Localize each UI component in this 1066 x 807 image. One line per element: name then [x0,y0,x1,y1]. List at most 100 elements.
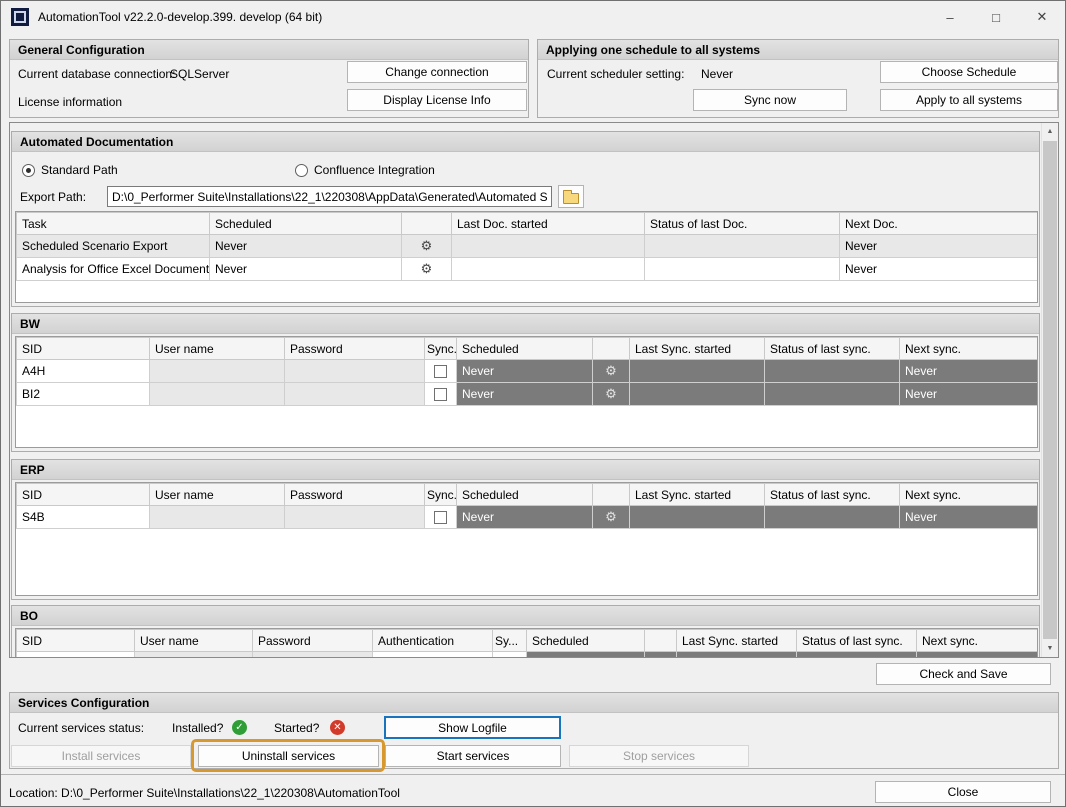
radio-confluence-integration[interactable]: Confluence Integration [295,163,435,177]
close-button[interactable]: Close [875,781,1051,803]
display-license-button[interactable]: Display License Info [347,89,527,111]
sync-cell[interactable] [425,506,457,529]
scrollbar-thumb[interactable] [1043,141,1057,639]
col-sync[interactable]: Sync. [425,338,457,360]
next-sync-cell[interactable]: Never [917,652,1038,659]
col-sid[interactable]: SID [17,338,150,360]
bo-row[interactable]: bi4... Enterprise Never ⚙ Never [17,652,1038,659]
col-next-sync[interactable]: Next sync. [900,484,1038,506]
gear-icon[interactable]: ⚙ [421,261,433,276]
next-sync-cell[interactable]: Never [900,383,1038,406]
col-last-doc-started[interactable]: Last Doc. started [452,213,645,235]
col-sync[interactable]: Sync. [425,484,457,506]
col-next-sync[interactable]: Next sync. [917,630,1038,652]
col-scheduled[interactable]: Scheduled [457,338,593,360]
autodoc-row-aoffice-export[interactable]: Analysis for Office Excel Documenta... N… [17,258,1038,281]
sid-cell[interactable]: A4H [17,360,150,383]
col-scheduled[interactable]: Scheduled [527,630,645,652]
close-window-button[interactable]: ✕ [1019,1,1065,33]
autodoc-row-scenario-export[interactable]: Scheduled Scenario Export Never ⚙ Never [17,235,1038,258]
sync-now-button[interactable]: Sync now [693,89,847,111]
col-scheduled[interactable]: Scheduled [457,484,593,506]
sync-checkbox[interactable] [434,365,447,378]
schedule-gear-cell[interactable]: ⚙ [402,258,452,281]
col-password[interactable]: Password [253,630,373,652]
show-logfile-button[interactable]: Show Logfile [384,716,561,739]
col-user-name[interactable]: User name [135,630,253,652]
sid-cell[interactable]: BI2 [17,383,150,406]
col-user-name[interactable]: User name [150,484,285,506]
col-gear[interactable] [645,630,677,652]
col-status-last-sync[interactable]: Status of last sync. [765,338,900,360]
erp-row-s4b[interactable]: S4B Never ⚙ Never [17,506,1038,529]
start-services-button[interactable]: Start services [385,745,561,767]
export-path-input[interactable] [107,186,552,207]
sid-cell[interactable]: bi4... [17,652,135,659]
sync-checkbox[interactable] [503,657,516,658]
gear-icon[interactable]: ⚙ [605,363,617,378]
gear-icon[interactable]: ⚙ [421,238,433,253]
col-gear[interactable] [593,484,630,506]
browse-folder-button[interactable] [558,185,584,208]
next-doc-cell[interactable]: Never [840,235,1038,258]
schedule-gear-cell[interactable]: ⚙ [593,360,630,383]
scheduled-cell[interactable]: Never [210,258,402,281]
task-cell[interactable]: Analysis for Office Excel Documenta... [17,258,210,281]
username-cell[interactable] [135,652,253,659]
username-cell[interactable] [150,383,285,406]
radio-button-icon[interactable] [22,164,35,177]
col-last-sync-started[interactable]: Last Sync. started [630,484,765,506]
password-cell[interactable] [285,360,425,383]
scheduled-cell[interactable]: Never [210,235,402,258]
radio-button-icon[interactable] [295,164,308,177]
col-password[interactable]: Password [285,338,425,360]
col-task[interactable]: Task [17,213,210,235]
minimize-button[interactable]: – [927,1,973,33]
next-sync-cell[interactable]: Never [900,360,1038,383]
col-password[interactable]: Password [285,484,425,506]
sync-checkbox[interactable] [434,388,447,401]
col-sync[interactable]: Sy... [493,630,527,652]
password-cell[interactable] [253,652,373,659]
col-last-sync-started[interactable]: Last Sync. started [677,630,797,652]
username-cell[interactable] [150,506,285,529]
col-status-last-doc[interactable]: Status of last Doc. [645,213,840,235]
next-doc-cell[interactable]: Never [840,258,1038,281]
scheduled-cell[interactable]: Never [457,360,593,383]
bw-row-a4h[interactable]: A4H Never ⚙ Never [17,360,1038,383]
sid-cell[interactable]: S4B [17,506,150,529]
sync-cell[interactable] [493,652,527,659]
scheduled-cell[interactable]: Never [527,652,645,659]
apply-to-all-button[interactable]: Apply to all systems [880,89,1058,111]
schedule-gear-cell[interactable]: ⚙ [402,235,452,258]
install-services-button[interactable]: Install services [11,745,191,767]
col-authentication[interactable]: Authentication [373,630,493,652]
next-sync-cell[interactable]: Never [900,506,1038,529]
check-and-save-button[interactable]: Check and Save [876,663,1051,685]
col-sid[interactable]: SID [17,630,135,652]
username-cell[interactable] [150,360,285,383]
sync-cell[interactable] [425,383,457,406]
stop-services-button[interactable]: Stop services [569,745,749,767]
choose-schedule-button[interactable]: Choose Schedule [880,61,1058,83]
gear-icon[interactable]: ⚙ [605,386,617,401]
col-gear[interactable] [402,213,452,235]
scheduled-cell[interactable]: Never [457,506,593,529]
scroll-up-button[interactable]: ▲ [1042,123,1058,140]
gear-icon[interactable]: ⚙ [605,509,617,524]
col-sid[interactable]: SID [17,484,150,506]
gear-icon[interactable]: ⚙ [655,655,667,658]
col-last-sync-started[interactable]: Last Sync. started [630,338,765,360]
col-next-sync[interactable]: Next sync. [900,338,1038,360]
col-status-last-sync[interactable]: Status of last sync. [797,630,917,652]
authentication-cell[interactable]: Enterprise [373,652,493,659]
schedule-gear-cell[interactable]: ⚙ [645,652,677,659]
change-connection-button[interactable]: Change connection [347,61,527,83]
col-gear[interactable] [593,338,630,360]
password-cell[interactable] [285,383,425,406]
maximize-button[interactable]: □ [973,1,1019,33]
scheduled-cell[interactable]: Never [457,383,593,406]
bw-row-bi2[interactable]: BI2 Never ⚙ Never [17,383,1038,406]
schedule-gear-cell[interactable]: ⚙ [593,383,630,406]
uninstall-services-button[interactable]: Uninstall services [198,745,379,767]
